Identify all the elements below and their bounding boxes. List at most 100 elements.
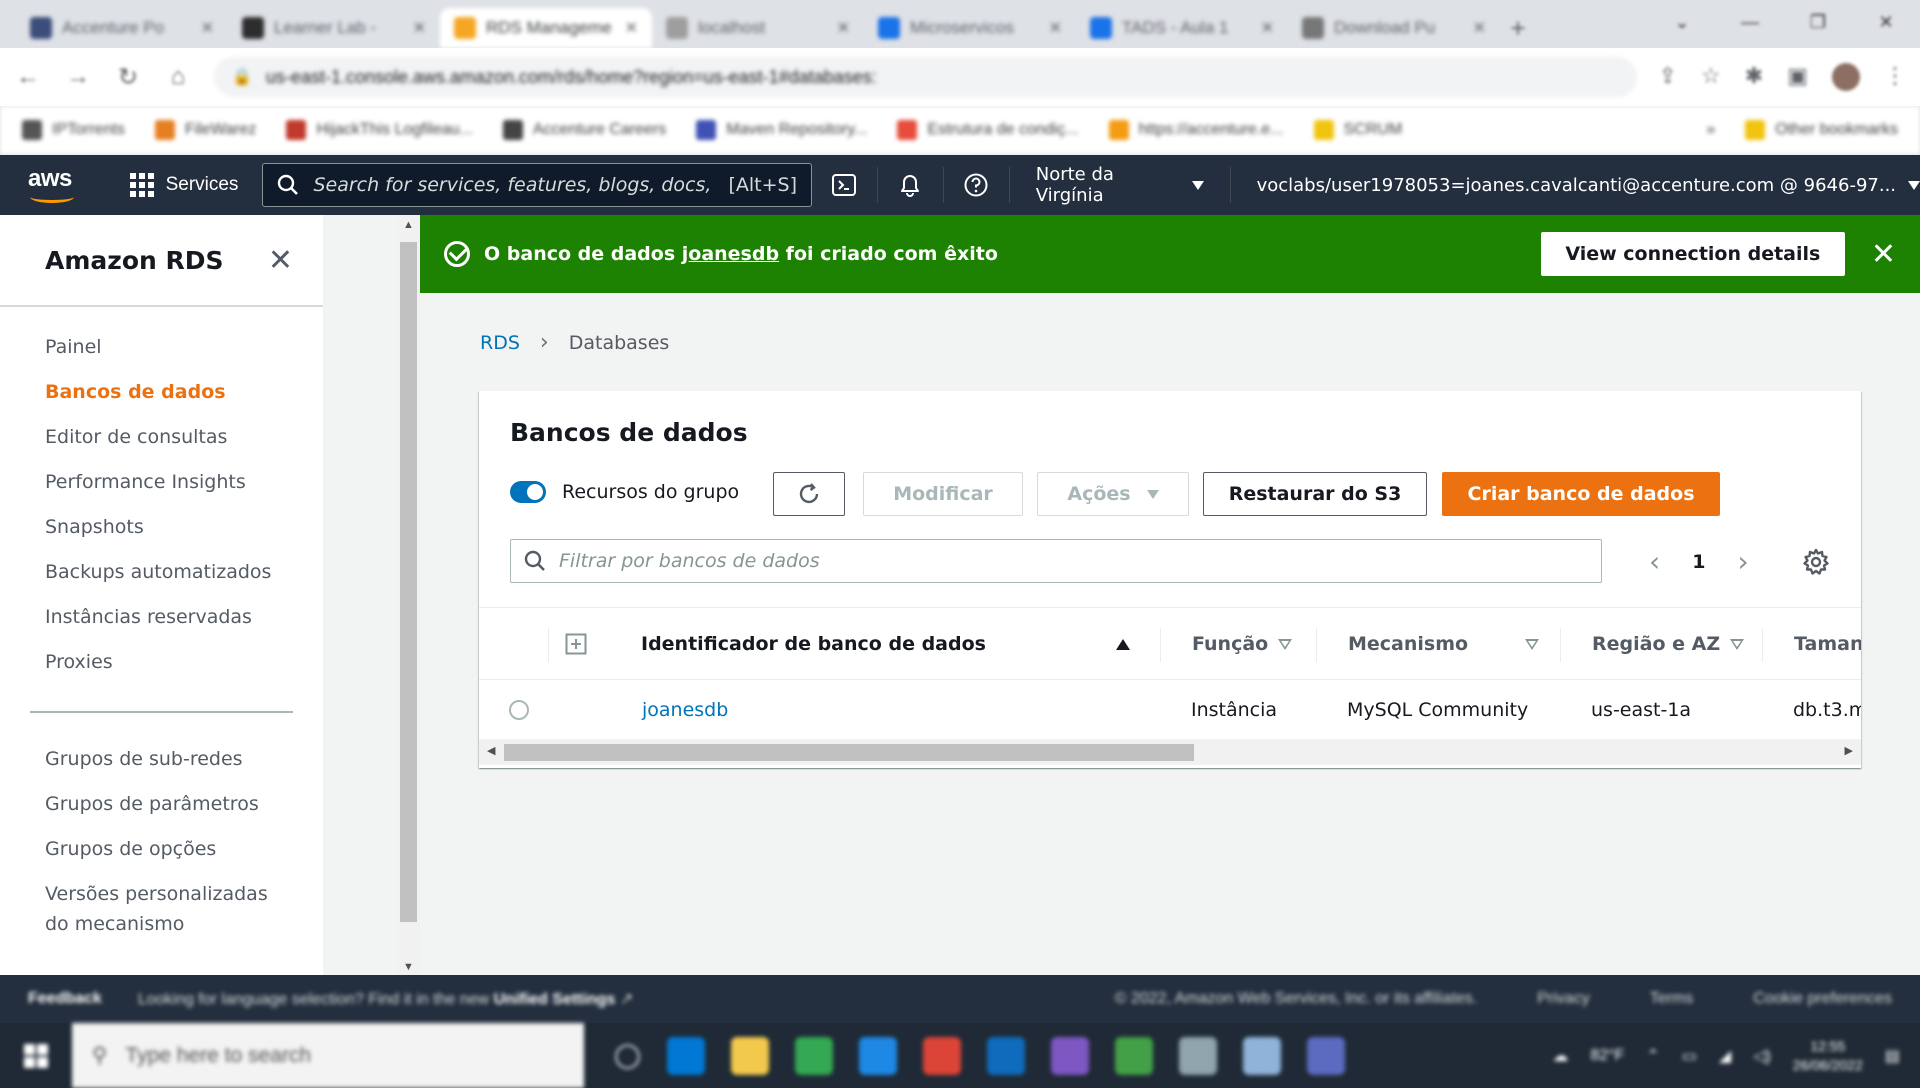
browser-tab[interactable]: Download Pu ✕	[1288, 8, 1500, 48]
other-bookmarks[interactable]: Other bookmarks	[1745, 120, 1898, 140]
terms-link[interactable]: Terms	[1650, 990, 1694, 1008]
scrollbar-thumb[interactable]	[400, 242, 417, 922]
restore-icon[interactable]: ❐	[1784, 0, 1852, 44]
scrollbar-thumb[interactable]	[504, 744, 1194, 761]
help-icon[interactable]	[944, 172, 1009, 198]
create-database-button[interactable]: Criar banco de dados	[1442, 472, 1720, 516]
flash-db-link[interactable]: joanesdb	[682, 243, 779, 265]
clock[interactable]: 12:55 26/06/2022	[1793, 1037, 1863, 1075]
next-page-icon[interactable]: ›	[1737, 545, 1748, 578]
toggle-switch[interactable]	[510, 481, 546, 503]
col-role[interactable]: Função	[1192, 608, 1293, 680]
sort-icon[interactable]	[1515, 608, 1539, 680]
sidebar-item[interactable]: Snapshots	[0, 505, 323, 550]
filter-box[interactable]	[510, 539, 1602, 583]
bookmark-item[interactable]: HijackThis Logfileau...	[286, 120, 473, 140]
modify-button[interactable]: Modificar	[863, 472, 1023, 516]
browser-tab[interactable]: Microservicos ✕	[864, 8, 1076, 48]
profile-avatar[interactable]	[1832, 63, 1860, 91]
col-engine[interactable]: Mecanismo	[1348, 608, 1468, 680]
row-select-radio[interactable]	[509, 680, 529, 739]
close-tab-icon[interactable]: ✕	[1473, 18, 1486, 38]
close-window-icon[interactable]: ✕	[1852, 0, 1920, 44]
taskbar-app-icon[interactable]	[730, 1036, 769, 1075]
taskbar-app-icon[interactable]	[1242, 1036, 1281, 1075]
table-row[interactable]: joanesdb Instância MySQL Community us-ea…	[479, 680, 1861, 739]
aws-search-input[interactable]	[313, 174, 715, 196]
taskbar-app-icon[interactable]	[1114, 1036, 1153, 1075]
share-icon[interactable]: ⇪	[1659, 63, 1677, 91]
breadcrumb-rds[interactable]: RDS	[480, 332, 520, 354]
scroll-right-icon[interactable]: ▶	[1845, 744, 1853, 757]
expand-all-icon[interactable]	[565, 608, 587, 680]
col-region[interactable]: Região e AZ	[1592, 608, 1745, 680]
close-tab-icon[interactable]: ✕	[413, 18, 426, 38]
scroll-up-icon[interactable]: ▲	[397, 219, 420, 231]
sidebar-item[interactable]: Grupos de sub-redes	[0, 737, 323, 782]
scroll-left-icon[interactable]: ◀	[487, 744, 495, 757]
scroll-down-icon[interactable]: ▼	[397, 961, 420, 973]
account-menu[interactable]: voclabs/user1978053=joanes.cavalcanti@ac…	[1231, 175, 1920, 196]
close-tab-icon[interactable]: ✕	[1049, 18, 1062, 38]
refresh-button[interactable]	[773, 472, 845, 516]
browser-tab[interactable]: Learner Lab - ✕	[228, 8, 440, 48]
network-icon[interactable]: ◢	[1719, 1046, 1731, 1066]
reload-icon[interactable]: ↻	[114, 63, 142, 92]
sidebar-item[interactable]: Instâncias reservadas	[0, 595, 323, 640]
cookie-preferences-link[interactable]: Cookie preferences	[1753, 990, 1892, 1008]
taskbar-app-icon[interactable]	[666, 1036, 705, 1075]
actions-button[interactable]: Ações	[1037, 472, 1189, 516]
bookmark-item[interactable]: https://accenture.e...	[1108, 120, 1284, 140]
bell-icon[interactable]	[878, 172, 943, 198]
battery-icon[interactable]: ▭	[1682, 1046, 1697, 1066]
back-icon[interactable]: ←	[14, 63, 42, 91]
taskbar-app-icon[interactable]	[986, 1036, 1025, 1075]
forward-icon[interactable]: →	[64, 63, 92, 91]
bookmark-item[interactable]: Accenture Careers	[502, 120, 666, 140]
taskbar-app-icon[interactable]	[922, 1036, 961, 1075]
close-tab-icon[interactable]: ✕	[1261, 18, 1274, 38]
bookmark-item[interactable]: IPTorrents	[22, 120, 125, 140]
taskbar-app-icon[interactable]	[794, 1036, 833, 1075]
taskbar-app-icon[interactable]	[858, 1036, 897, 1075]
db-identifier-link[interactable]: joanesdb	[642, 699, 728, 721]
taskbar-app-icon[interactable]	[1178, 1036, 1217, 1075]
table-horizontal-scrollbar[interactable]: ◀ ▶	[479, 739, 1861, 765]
sidebar-item[interactable]: Painel	[0, 325, 323, 370]
filter-input[interactable]	[559, 550, 1589, 572]
minimize-icon[interactable]: —	[1716, 0, 1784, 44]
browser-tab[interactable]: localhost ✕	[652, 8, 864, 48]
sidepanel-icon[interactable]: ▣	[1787, 63, 1808, 91]
view-connection-details-button[interactable]: View connection details	[1540, 232, 1845, 276]
current-page[interactable]: 1	[1692, 551, 1705, 573]
sidebar-scrollbar[interactable]: ▲ ▼	[397, 215, 420, 975]
close-tab-icon[interactable]: ✕	[201, 18, 214, 38]
col-size[interactable]: Taman	[1794, 608, 1861, 680]
taskbar-app-icon[interactable]	[1050, 1036, 1089, 1075]
aws-logo[interactable]: aws	[28, 165, 80, 205]
notifications-icon[interactable]: ▤	[1885, 1046, 1900, 1066]
unified-settings-link[interactable]: Unified Settings	[494, 991, 616, 1008]
omnibox[interactable]: 🔒 us-east-1.console.aws.amazon.com/rds/h…	[214, 57, 1637, 97]
sidebar-item[interactable]: Proxies	[0, 640, 323, 685]
tab-search-icon[interactable]: ⌄	[1648, 0, 1716, 44]
home-icon[interactable]: ⌂	[164, 63, 192, 91]
region-selector[interactable]: Norte da Virgínia	[1010, 164, 1230, 206]
cloudshell-icon[interactable]	[812, 173, 877, 197]
tray-chevron-icon[interactable]: ⌃	[1646, 1046, 1659, 1066]
sidebar-item[interactable]: Versões personalizadas do mecanismo	[0, 872, 323, 947]
close-sidebar-icon[interactable]: ✕	[268, 243, 293, 278]
task-view-icon[interactable]: ◯	[614, 1041, 641, 1070]
taskbar-search[interactable]: ⚲ Type here to search	[72, 1023, 584, 1088]
menu-icon[interactable]: ⋮	[1884, 63, 1906, 91]
settings-gear-icon[interactable]	[1801, 547, 1831, 582]
start-button[interactable]	[0, 1043, 72, 1068]
bookmark-item[interactable]: Maven Repository...	[696, 120, 867, 140]
sidebar-item[interactable]: Grupos de opções	[0, 827, 323, 872]
sidebar-item[interactable]: Grupos de parâmetros	[0, 782, 323, 827]
volume-icon[interactable]: ◁)	[1753, 1046, 1771, 1066]
prev-page-icon[interactable]: ‹	[1649, 545, 1660, 578]
new-tab-icon[interactable]: +	[1500, 8, 1536, 48]
bookmarks-overflow-icon[interactable]: »	[1706, 120, 1715, 140]
sidebar-item[interactable]: Backups automatizados	[0, 550, 323, 595]
